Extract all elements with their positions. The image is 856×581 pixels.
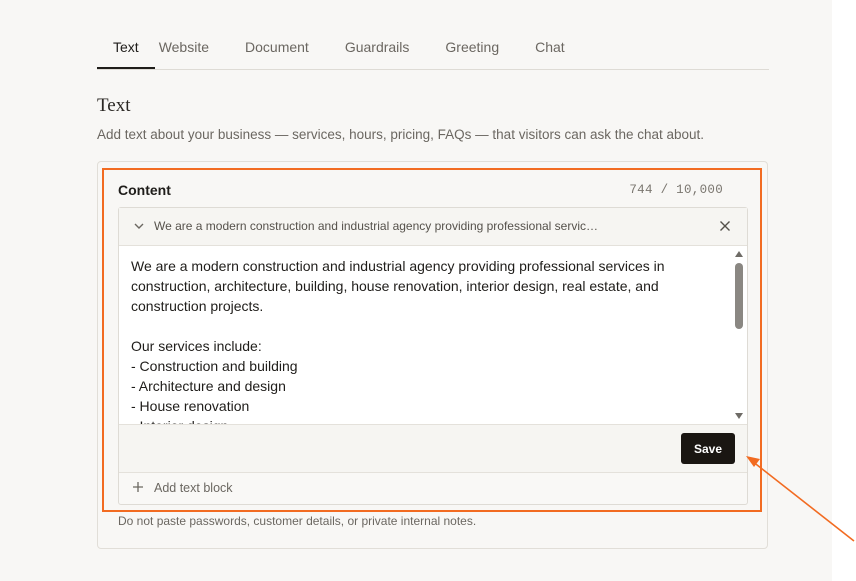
- tab-document[interactable]: Document: [245, 29, 325, 68]
- save-button[interactable]: Save: [681, 433, 735, 464]
- scrollbar-thumb[interactable]: [735, 263, 743, 329]
- page: Text Website Document Guardrails Greetin…: [0, 0, 832, 581]
- text-block-header[interactable]: We are a modern construction and industr…: [119, 208, 747, 246]
- section-description: Add text about your business — services,…: [97, 127, 705, 142]
- privacy-note: Do not paste passwords, customer details…: [118, 514, 477, 528]
- content-label: Content: [118, 182, 171, 198]
- tab-website[interactable]: Website: [159, 29, 225, 68]
- tab-chat[interactable]: Chat: [535, 29, 581, 68]
- add-text-block-label: Add text block: [154, 481, 233, 495]
- section-title: Text: [97, 95, 131, 116]
- text-block: We are a modern construction and industr…: [118, 207, 748, 505]
- character-counter: 744 / 10,000: [629, 183, 723, 197]
- text-block-title: We are a modern construction and industr…: [154, 219, 599, 233]
- tab-guardrails[interactable]: Guardrails: [345, 29, 426, 68]
- tab-text[interactable]: Text: [97, 29, 155, 69]
- save-row: Save: [119, 424, 747, 473]
- scroll-down-icon[interactable]: [734, 412, 744, 420]
- text-block-content[interactable]: We are a modern construction and industr…: [131, 256, 723, 424]
- plus-icon: [133, 482, 143, 492]
- textarea-scrollbar[interactable]: [731, 246, 747, 424]
- chevron-down-icon[interactable]: [132, 219, 146, 233]
- add-text-block-button[interactable]: Add text block: [119, 472, 747, 504]
- text-block-textarea[interactable]: We are a modern construction and industr…: [119, 246, 747, 424]
- tab-greeting[interactable]: Greeting: [445, 29, 515, 68]
- tab-bar: Text Website Document Guardrails Greetin…: [97, 29, 769, 70]
- scroll-up-icon[interactable]: [734, 250, 744, 258]
- close-icon[interactable]: [719, 220, 731, 232]
